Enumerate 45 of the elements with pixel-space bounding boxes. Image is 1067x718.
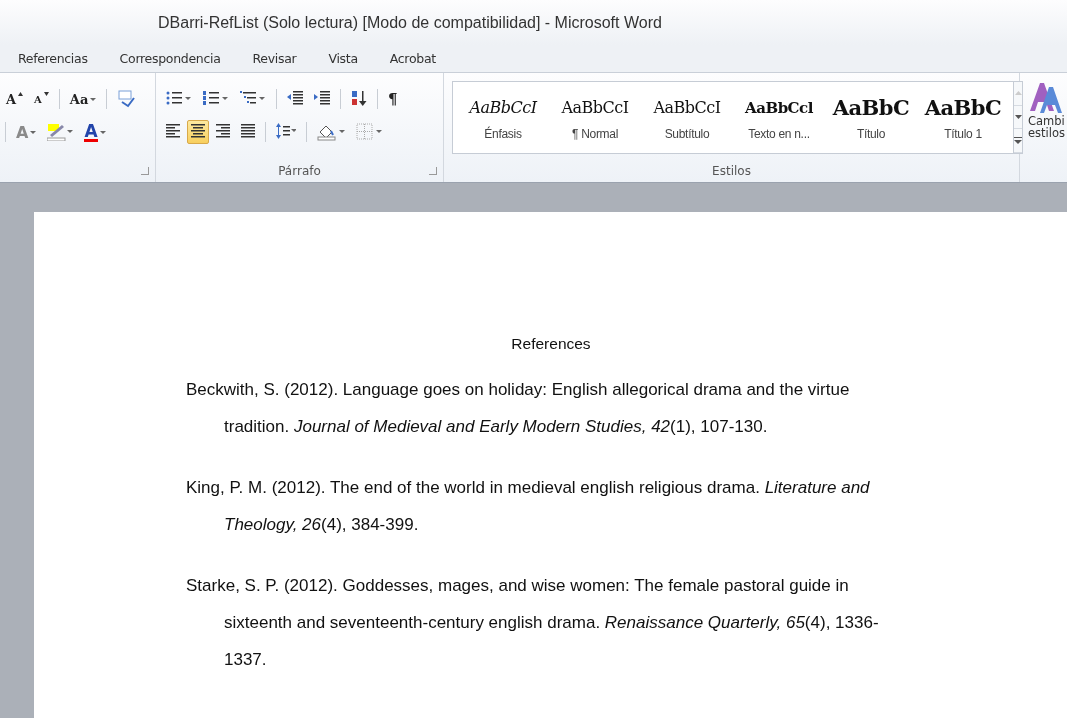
ribbon-tab[interactable]: Correspondencia <box>111 51 229 66</box>
references-heading: References <box>510 334 592 353</box>
numbered-list-icon <box>203 90 229 108</box>
style-option[interactable]: AaBbCcI Énfasis <box>457 82 549 153</box>
shading-icon <box>317 123 345 141</box>
show-marks-button[interactable]: ¶ <box>384 87 402 111</box>
justify-icon <box>241 123 255 141</box>
ribbon-tab[interactable]: Vista <box>320 51 366 66</box>
align-center-button[interactable] <box>187 120 209 144</box>
caret-icon <box>90 97 97 101</box>
change-styles-button[interactable]: Cambi estilos <box>1020 73 1067 182</box>
align-center-icon <box>191 123 205 141</box>
borders-icon <box>356 123 382 141</box>
sort-icon <box>351 90 367 108</box>
caret-icon <box>30 130 37 134</box>
highlighter-icon <box>47 123 74 141</box>
align-right-icon <box>216 123 230 141</box>
font-color-button[interactable]: A <box>80 120 110 144</box>
style-option[interactable]: AaBbCcI Subtítulo <box>641 82 733 153</box>
style-option[interactable]: AaBbCcl Texto en n... <box>733 82 825 153</box>
ribbon-tab[interactable]: Revisar <box>244 51 305 66</box>
ribbon-tab[interactable]: Acrobat <box>381 51 444 66</box>
style-option[interactable]: AaBbCcI ¶ Normal <box>549 82 641 153</box>
triangle-icon <box>18 92 24 96</box>
shrink-font-button[interactable]: A <box>30 87 53 111</box>
window-title: DBarri-RefList (Solo lectura) [Modo de compatibilidad] - Microsoft Word <box>158 13 662 32</box>
reference-entry: King, P. M. (2012). The end of the world in medieval english religious drama. Literature and Theology, 26(4), 384-399. <box>186 477 871 536</box>
caret-icon <box>99 130 106 134</box>
change-case-button[interactable]: Aa <box>65 87 101 111</box>
triangle-icon <box>43 92 49 96</box>
group-label: Estilos <box>712 164 751 178</box>
style-option[interactable]: AaBbC Título <box>825 82 917 153</box>
style-option[interactable]: AaBbC Título 1 <box>917 82 1009 153</box>
ribbon-tab[interactable]: Referencias <box>10 51 96 66</box>
reference-entry: Starke, S. P. (2012). Goddesses, mages, and wise women: The female pastoral guide in sixteenth and seventeenth-century english drama. Renaissance Quarterly, 65(4), 1336-1337. <box>186 575 880 671</box>
align-left-icon <box>166 123 180 141</box>
increase-indent-icon <box>314 90 330 108</box>
dialog-launcher-icon[interactable] <box>429 167 437 175</box>
reference-entry: Beckwith, S. (2012). Language goes on holiday: English allegorical drama and the virtue tradition. Journal of Medieval and Early Modern Studies, 42(1), 107-130. <box>186 379 851 438</box>
line-spacing-icon <box>276 123 296 141</box>
decrease-indent-icon <box>287 90 303 108</box>
grow-font-button[interactable]: A <box>2 87 28 111</box>
dialog-launcher-icon[interactable] <box>141 167 149 175</box>
group-label: Párrafo <box>278 164 321 178</box>
spelling-icon <box>117 90 136 108</box>
